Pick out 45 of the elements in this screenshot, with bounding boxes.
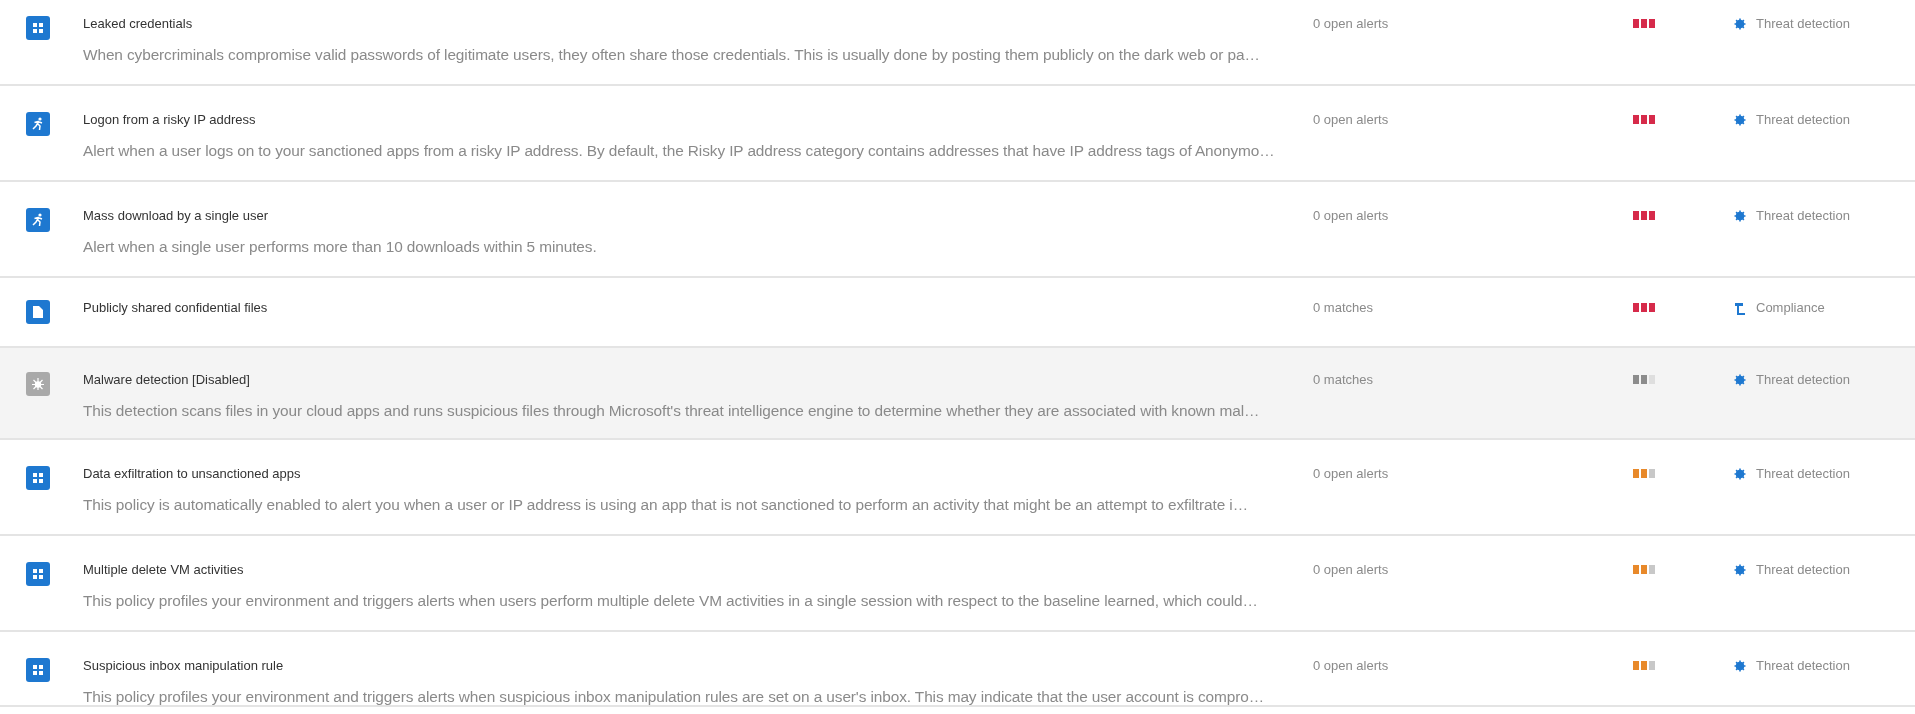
alert-count: 0 open alerts [1313, 208, 1389, 224]
policy-title: Suspicious inbox manipulation rule [83, 658, 284, 674]
gear-icon [1734, 18, 1746, 30]
category-label: Threat detection [1756, 562, 1850, 578]
category-label: Threat detection [1756, 112, 1850, 128]
alert-count: 0 matches [1313, 300, 1373, 316]
alert-count: 0 open alerts [1313, 112, 1389, 128]
gear-icon [1734, 210, 1746, 222]
alert-count: 0 open alerts [1313, 658, 1389, 674]
category-label: Threat detection [1756, 16, 1850, 32]
grid-icon [32, 472, 44, 484]
policy-description: This detection scans files in your cloud apps and runs suspicious files through Microsoft's threat intelligence engine to determine whether they are associated with known mal… [83, 402, 1260, 419]
policy-description: When cybercriminals compromise valid passwords of legitimate users, they often share those credentials. This is usually done by posting them publicly on the dark web or pa… [83, 46, 1260, 63]
policy-description: Alert when a single user performs more than 10 downloads within 5 minutes. [83, 238, 597, 255]
gear-icon [1734, 564, 1746, 576]
policy-title: Publicly shared confidential files [83, 300, 268, 316]
policy-title: Logon from a risky IP address [83, 112, 256, 128]
category-label: Threat detection [1756, 208, 1850, 224]
alert-count: 0 open alerts [1313, 466, 1389, 482]
running-person-icon [32, 213, 44, 227]
policy-title: Multiple delete VM activities [83, 562, 244, 578]
policy-description: Alert when a user logs on to your sanctioned apps from a risky IP address. By default, the Risky IP address category contains addresses that have IP address tags of Anonymo… [83, 142, 1275, 159]
gear-icon [1734, 660, 1746, 672]
policy-description: This policy profiles your environment and triggers alerts when users perform multiple delete VM activities in a single session with respect to the baseline learned, which could… [83, 592, 1258, 609]
policy-title: Mass download by a single user [83, 208, 268, 224]
gear-icon [1734, 374, 1746, 386]
gear-icon [1734, 114, 1746, 126]
grid-icon [32, 22, 44, 34]
policy-description: This policy profiles your environment and triggers alerts when suspicious inbox manipulation rules are set on a user's inbox. This may indicate that the user account is compro… [83, 688, 1264, 705]
running-person-icon [32, 117, 44, 131]
alert-count: 0 open alerts [1313, 562, 1389, 578]
policy-description: This policy is automatically enabled to alert you when a user or IP address is using an app that is not sanctioned to perform an activity that might be an attempt to exfiltrate i… [83, 496, 1248, 513]
gear-icon [1734, 468, 1746, 480]
category-label: Compliance [1756, 300, 1825, 316]
grid-icon [32, 664, 44, 676]
grid-icon [32, 568, 44, 580]
policy-title: Data exfiltration to unsanctioned apps [83, 466, 301, 482]
category-label: Threat detection [1756, 466, 1850, 482]
alert-count: 0 matches [1313, 372, 1373, 388]
file-icon [33, 306, 43, 318]
policy-title: Leaked credentials [83, 16, 193, 32]
category-label: Threat detection [1756, 658, 1850, 674]
category-label: Threat detection [1756, 372, 1850, 388]
alert-count: 0 open alerts [1313, 16, 1389, 32]
policy-title: Malware detection [Disabled] [83, 372, 250, 388]
